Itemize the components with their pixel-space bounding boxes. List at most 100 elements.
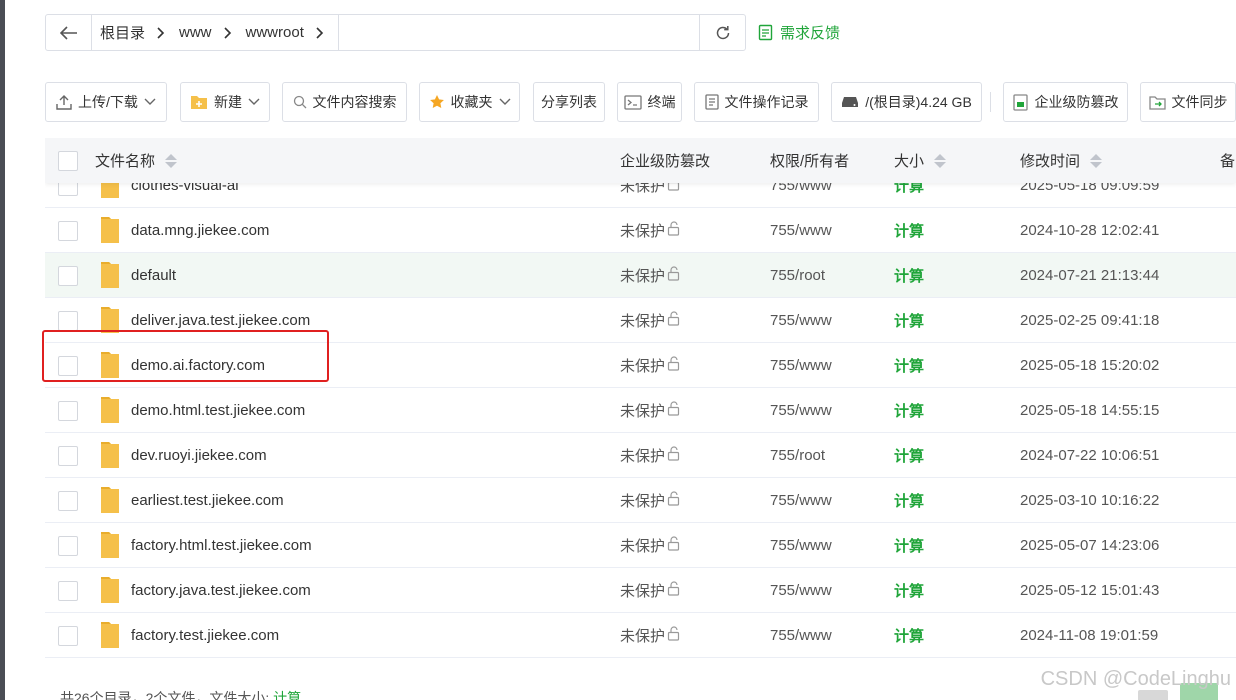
- lock-icon[interactable]: [667, 356, 681, 375]
- row-checkbox[interactable]: [58, 580, 78, 601]
- select-all-checkbox[interactable]: [58, 138, 78, 183]
- file-name[interactable]: factory.html.test.jiekee.com: [131, 537, 312, 554]
- lock-icon[interactable]: [667, 266, 681, 285]
- new-button[interactable]: 新建: [180, 82, 270, 122]
- lock-icon[interactable]: [667, 536, 681, 555]
- column-modified[interactable]: 修改时间: [1020, 138, 1103, 183]
- row-checkbox[interactable]: [58, 400, 78, 421]
- lock-icon[interactable]: [667, 446, 681, 465]
- checkbox[interactable]: [58, 150, 78, 171]
- lock-icon[interactable]: [667, 401, 681, 420]
- file-name[interactable]: earliest.test.jiekee.com: [131, 492, 284, 509]
- size-calc-link[interactable]: 计算: [894, 343, 924, 388]
- size-calc-link[interactable]: 计算: [894, 613, 924, 658]
- file-name-cell[interactable]: default: [99, 253, 176, 298]
- table-row[interactable]: dev.ruoyi.jiekee.com 未保护 755/root 计算 2024-07…: [45, 433, 1236, 478]
- protection-cell[interactable]: 未保护: [620, 208, 681, 253]
- file-name[interactable]: default: [131, 267, 176, 284]
- file-sync-button[interactable]: 文件同步: [1140, 82, 1236, 122]
- size-calc-link[interactable]: 计算: [894, 298, 924, 343]
- permission-cell[interactable]: 755/www: [770, 613, 832, 658]
- file-name-cell[interactable]: demo.html.test.jiekee.com: [99, 388, 305, 433]
- share-list-button[interactable]: 分享列表: [533, 82, 605, 122]
- lock-icon[interactable]: [667, 626, 681, 645]
- row-checkbox[interactable]: [58, 265, 78, 286]
- permission-cell[interactable]: 755/www: [770, 478, 832, 523]
- file-name-cell[interactable]: dev.ruoyi.jiekee.com: [99, 433, 267, 478]
- favorites-button[interactable]: 收藏夹: [419, 82, 520, 122]
- row-checkbox[interactable]: [58, 625, 78, 646]
- row-checkbox[interactable]: [58, 310, 78, 331]
- table-row[interactable]: data.mng.jiekee.com 未保护 755/www 计算 2024-10-2…: [45, 208, 1236, 253]
- sort-icon[interactable]: [934, 153, 947, 168]
- lock-icon[interactable]: [667, 491, 681, 510]
- size-calc-link[interactable]: 计算: [894, 388, 924, 433]
- sort-icon[interactable]: [1090, 153, 1103, 168]
- protection-cell[interactable]: 未保护: [620, 298, 681, 343]
- size-calc-link[interactable]: 计算: [894, 208, 924, 253]
- file-name[interactable]: dev.ruoyi.jiekee.com: [131, 447, 267, 464]
- refresh-button[interactable]: [699, 15, 745, 50]
- row-checkbox[interactable]: [58, 445, 78, 466]
- file-name[interactable]: demo.html.test.jiekee.com: [131, 402, 305, 419]
- column-name[interactable]: 文件名称: [95, 138, 178, 183]
- terminal-button[interactable]: 终端: [617, 82, 682, 122]
- lock-icon[interactable]: [667, 221, 681, 240]
- back-button[interactable]: [46, 15, 92, 50]
- protection-cell[interactable]: 未保护: [620, 568, 681, 613]
- sort-icon[interactable]: [165, 153, 178, 168]
- protection-cell[interactable]: 未保护: [620, 343, 681, 388]
- footer-calc-link[interactable]: 计算: [273, 690, 301, 700]
- file-name[interactable]: factory.java.test.jiekee.com: [131, 582, 311, 599]
- protection-cell[interactable]: 未保护: [620, 388, 681, 433]
- file-name-cell[interactable]: data.mng.jiekee.com: [99, 208, 269, 253]
- protection-cell[interactable]: 未保护: [620, 253, 681, 298]
- lock-icon[interactable]: [667, 581, 681, 600]
- permission-cell[interactable]: 755/root: [770, 433, 825, 478]
- feedback-link[interactable]: 需求反馈: [758, 22, 840, 43]
- protection-cell[interactable]: 未保护: [620, 523, 681, 568]
- operation-log-button[interactable]: 文件操作记录: [694, 82, 819, 122]
- table-row[interactable]: factory.java.test.jiekee.com 未保护 755/www 计算…: [45, 568, 1236, 613]
- column-size[interactable]: 大小: [894, 138, 947, 183]
- table-row[interactable]: factory.html.test.jiekee.com 未保护 755/www 计算…: [45, 523, 1236, 568]
- file-name[interactable]: data.mng.jiekee.com: [131, 222, 269, 239]
- protection-cell[interactable]: 未保护: [620, 478, 681, 523]
- table-row[interactable]: factory.test.jiekee.com 未保护 755/www 计算 2024-…: [45, 613, 1236, 658]
- upload-download-button[interactable]: 上传/下载: [45, 82, 167, 122]
- content-search-button[interactable]: 文件内容搜索: [282, 82, 407, 122]
- size-calc-link[interactable]: 计算: [894, 253, 924, 298]
- file-name-cell[interactable]: factory.java.test.jiekee.com: [99, 568, 311, 613]
- permission-cell[interactable]: 755/www: [770, 388, 832, 433]
- protection-cell[interactable]: 未保护: [620, 613, 681, 658]
- breadcrumb-www[interactable]: www: [179, 24, 246, 41]
- disk-button[interactable]: /(根目录)4.24 GB: [831, 82, 982, 122]
- size-calc-link[interactable]: 计算: [894, 523, 924, 568]
- row-checkbox[interactable]: [58, 220, 78, 241]
- breadcrumb-wwwroot[interactable]: wwwroot: [246, 24, 338, 41]
- table-row[interactable]: demo.html.test.jiekee.com 未保护 755/www 计算 202…: [45, 388, 1236, 433]
- permission-cell[interactable]: 755/www: [770, 343, 832, 388]
- file-name[interactable]: deliver.java.test.jiekee.com: [131, 312, 310, 329]
- permission-cell[interactable]: 755/www: [770, 208, 832, 253]
- protection-cell[interactable]: 未保护: [620, 433, 681, 478]
- permission-cell[interactable]: 755/www: [770, 568, 832, 613]
- lock-icon[interactable]: [667, 311, 681, 330]
- row-checkbox[interactable]: [58, 535, 78, 556]
- file-name-cell[interactable]: factory.html.test.jiekee.com: [99, 523, 312, 568]
- enterprise-tamper-button[interactable]: 企业级防篡改: [1003, 82, 1128, 122]
- permission-cell[interactable]: 755/www: [770, 298, 832, 343]
- size-calc-link[interactable]: 计算: [894, 478, 924, 523]
- permission-cell[interactable]: 755/root: [770, 253, 825, 298]
- file-name-cell[interactable]: factory.test.jiekee.com: [99, 613, 279, 658]
- file-name-cell[interactable]: earliest.test.jiekee.com: [99, 478, 284, 523]
- pagination-button[interactable]: [1138, 690, 1168, 700]
- size-calc-link[interactable]: 计算: [894, 568, 924, 613]
- size-calc-link[interactable]: 计算: [894, 433, 924, 478]
- breadcrumb-root[interactable]: 根目录: [100, 22, 179, 43]
- row-checkbox[interactable]: [58, 490, 78, 511]
- file-name[interactable]: factory.test.jiekee.com: [131, 627, 279, 644]
- table-row[interactable]: default 未保护 755/root 计算 2024-07-21 21:13:44: [45, 253, 1236, 298]
- permission-cell[interactable]: 755/www: [770, 523, 832, 568]
- table-row[interactable]: earliest.test.jiekee.com 未保护 755/www 计算 2025…: [45, 478, 1236, 523]
